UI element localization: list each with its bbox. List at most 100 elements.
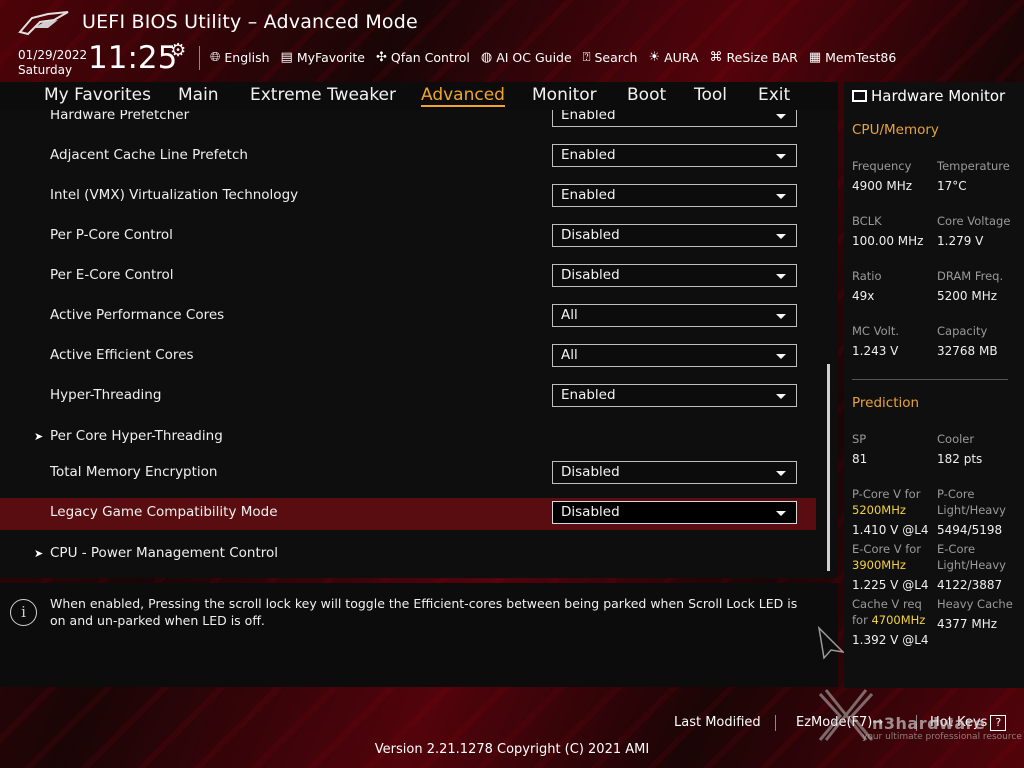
tab-exit[interactable]: Exit	[758, 85, 790, 105]
hardware-prefetcher-dropdown[interactable]: Enabled	[552, 110, 797, 127]
setting-label: Intel (VMX) Virtualization Technology	[50, 187, 299, 203]
main-menu: My Favorites Main Extreme Tweaker Advanc…	[0, 82, 838, 110]
memtest-icon: ▦	[808, 49, 822, 65]
per-p-core-dropdown[interactable]: Disabled	[552, 224, 797, 247]
pcore-lh-label-2: Light/Heavy	[937, 503, 1006, 517]
tab-advanced[interactable]: Advanced	[421, 85, 505, 107]
ecore-v-freq: 3900MHz	[852, 558, 906, 572]
hardware-monitor-title: Hardware Monitor	[852, 87, 1005, 105]
chevron-down-icon	[776, 274, 786, 279]
submenu-cpu-power-management[interactable]: ➤ CPU - Power Management Control	[0, 539, 816, 571]
bclk-value: 100.00 MHz	[852, 234, 924, 248]
adjacent-cache-dropdown[interactable]: Enabled	[552, 144, 797, 167]
pcore-lh-value: 5494/5198	[937, 523, 1003, 537]
tab-main[interactable]: Main	[178, 85, 219, 105]
header: UEFI BIOS Utility – Advanced Mode 01/29/…	[0, 0, 1024, 82]
cooler-value: 182 pts	[937, 452, 983, 466]
qfan-button[interactable]: ✣ Qfan Control	[376, 47, 470, 67]
ecore-v-label: E-Core V for	[852, 542, 922, 556]
setting-label: Per E-Core Control	[50, 267, 174, 283]
gear-icon[interactable]: ⚙	[170, 40, 186, 61]
info-icon: i	[10, 599, 37, 626]
ecore-lh-label-1: E-Core	[937, 542, 976, 556]
submenu-per-core-hyper-threading[interactable]: ➤ Per Core Hyper-Threading	[0, 422, 816, 454]
watermark-tagline: your ultimate professional resource	[862, 732, 1022, 742]
chevron-down-icon	[776, 354, 786, 359]
prediction-heading: Prediction	[852, 395, 920, 411]
watermark-brand: n3hardware	[872, 714, 986, 733]
settings-list: Hardware Prefetcher Enabled Adjacent Cac…	[0, 110, 838, 578]
setting-row-per-p-core[interactable]: Per P-Core Control Disabled	[0, 221, 816, 253]
ratio-value: 49x	[852, 289, 875, 303]
total-memory-encryption-dropdown[interactable]: Disabled	[552, 461, 797, 484]
sp-label: SP	[852, 432, 867, 446]
divider	[775, 715, 776, 731]
setting-row-vmx[interactable]: Intel (VMX) Virtualization Technology En…	[0, 181, 816, 213]
myfavorite-label: MyFavorite	[296, 49, 365, 65]
tab-tool[interactable]: Tool	[694, 85, 727, 105]
cooler-label: Cooler	[937, 432, 975, 446]
dropdown-value: Enabled	[561, 187, 616, 203]
pcore-lh-label-1: P-Core	[937, 487, 975, 501]
memtest-label: MemTest86	[825, 49, 897, 65]
legacy-game-compat-dropdown[interactable]: Disabled	[552, 501, 797, 524]
chevron-down-icon	[776, 471, 786, 476]
favorite-icon: ▤	[280, 49, 293, 65]
temperature-value: 17°C	[937, 179, 967, 193]
chevron-down-icon	[776, 511, 786, 516]
search-button[interactable]: ⍰ Search	[583, 47, 638, 67]
chevron-right-icon: ➤	[34, 547, 44, 560]
dropdown-value: Enabled	[561, 387, 616, 403]
aura-icon: ☀︎	[648, 49, 661, 65]
chevron-down-icon	[776, 394, 786, 399]
setting-row-active-p-cores[interactable]: Active Performance Cores All	[0, 301, 816, 333]
per-e-core-dropdown[interactable]: Disabled	[552, 264, 797, 287]
setting-row-active-e-cores[interactable]: Active Efficient Cores All	[0, 341, 816, 373]
tab-monitor[interactable]: Monitor	[532, 85, 597, 105]
aura-button[interactable]: ☀︎ AURA	[648, 47, 698, 67]
tab-boot[interactable]: Boot	[627, 85, 666, 105]
setting-label: Hyper-Threading	[50, 387, 162, 403]
cache-v-for: for	[852, 613, 868, 627]
scrollbar[interactable]	[827, 364, 830, 571]
setting-row-per-e-core[interactable]: Per E-Core Control Disabled	[0, 261, 816, 293]
language-button[interactable]: 🌐︎ English	[210, 47, 270, 67]
toolbar: 🌐︎ English ▤ MyFavorite ✣ Qfan Control ◍ AI …	[210, 47, 907, 67]
ai-oc-guide-label: AI OC Guide	[496, 49, 572, 65]
pcore-v-value: 1.410 V @L4	[852, 523, 929, 537]
help-text: When enabled, Pressing the scroll lock k…	[50, 596, 798, 628]
frequency-value: 4900 MHz	[852, 179, 913, 193]
setting-row-total-memory-encryption[interactable]: Total Memory Encryption Disabled	[0, 458, 816, 490]
setting-row-hardware-prefetcher[interactable]: Hardware Prefetcher Enabled	[0, 110, 816, 133]
day-text: Saturday	[18, 63, 73, 77]
setting-row-hyper-threading[interactable]: Hyper-Threading Enabled	[0, 381, 816, 413]
active-p-cores-dropdown[interactable]: All	[552, 304, 797, 327]
tab-extreme-tweaker[interactable]: Extreme Tweaker	[250, 85, 396, 105]
resize-bar-button[interactable]: ⌘ ReSize BAR	[710, 47, 798, 67]
active-e-cores-dropdown[interactable]: All	[552, 344, 797, 367]
dropdown-value: Disabled	[561, 227, 620, 243]
tab-my-favorites[interactable]: My Favorites	[44, 85, 151, 105]
setting-label: Per P-Core Control	[50, 227, 173, 243]
date-display: 01/29/2022 Saturday	[18, 48, 87, 78]
pcore-v-freq: 5200MHz	[852, 503, 906, 517]
myfavorite-button[interactable]: ▤ MyFavorite	[281, 47, 365, 67]
hyper-threading-dropdown[interactable]: Enabled	[552, 384, 797, 407]
dropdown-value: Disabled	[561, 267, 620, 283]
setting-row-adjacent-cache[interactable]: Adjacent Cache Line Prefetch Enabled	[0, 141, 816, 173]
dram-freq-label: DRAM Freq.	[937, 269, 1004, 283]
search-icon: ⍰	[582, 49, 591, 65]
last-modified-button[interactable]: Last Modified	[674, 715, 761, 730]
setting-label: Legacy Game Compatibility Mode	[50, 504, 278, 520]
mouse-cursor-icon	[817, 626, 846, 660]
ai-oc-guide-button[interactable]: ◍ AI OC Guide	[481, 47, 572, 67]
date-text: 01/29/2022	[18, 48, 88, 62]
capacity-value: 32768 MB	[937, 344, 998, 358]
vmx-dropdown[interactable]: Enabled	[552, 184, 797, 207]
setting-row-legacy-game-compat[interactable]: Legacy Game Compatibility Mode Disabled	[0, 498, 816, 530]
ecore-v-value: 1.225 V @L4	[852, 578, 929, 592]
memtest-button[interactable]: ▦ MemTest86	[809, 47, 896, 67]
dram-freq-value: 5200 MHz	[937, 289, 998, 303]
ai-oc-icon: ◍	[480, 49, 493, 65]
heavy-cache-value: 4377 MHz	[937, 617, 998, 631]
